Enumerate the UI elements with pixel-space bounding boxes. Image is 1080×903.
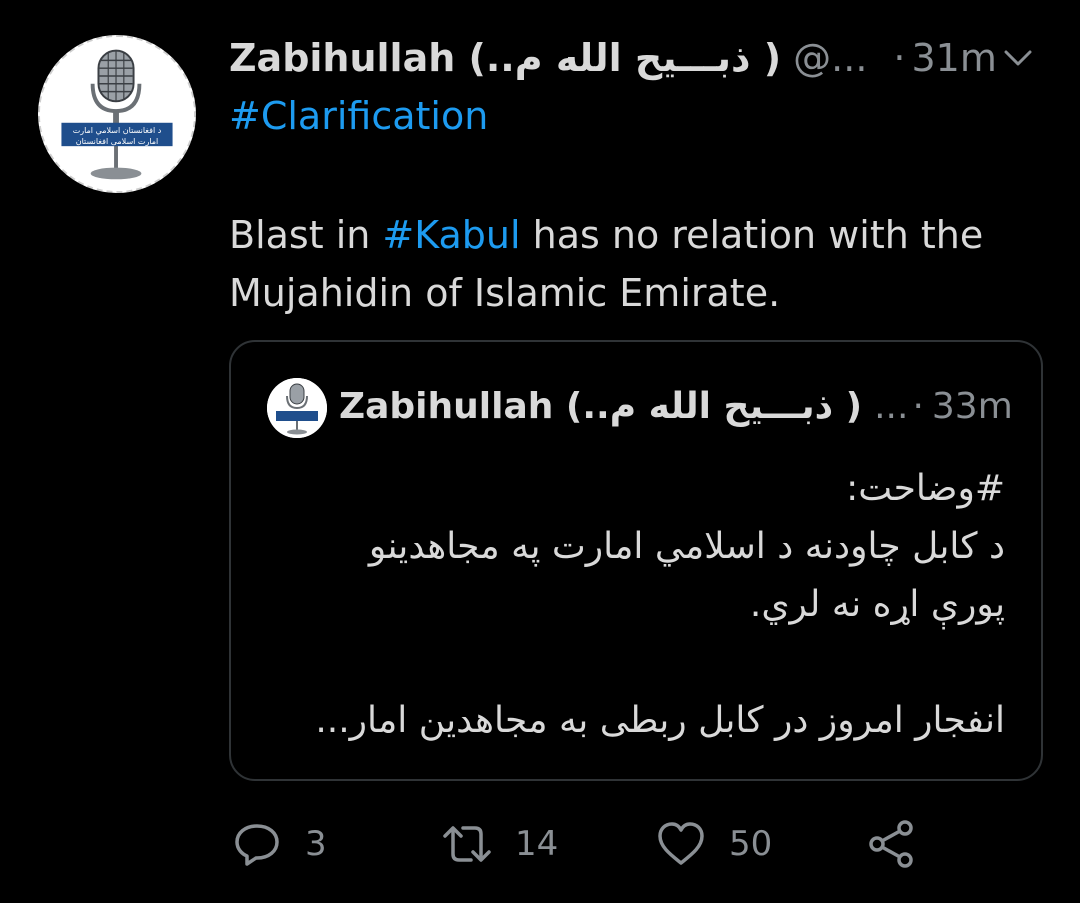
hashtag-kabul[interactable]: #Kabul bbox=[382, 213, 520, 257]
tweet-text-line2: Blast in #Kabul has no relation with the bbox=[229, 206, 983, 264]
reply-button[interactable]: 3 bbox=[231, 812, 327, 876]
tweet-action-bar: 3 14 50 bbox=[229, 812, 1029, 876]
reply-count: 3 bbox=[305, 824, 327, 864]
like-count: 50 bbox=[729, 824, 773, 864]
share-button[interactable] bbox=[865, 812, 917, 876]
quoted-text-line: پورې اړه نه لري. bbox=[749, 584, 1005, 625]
quoted-tweet-timestamp[interactable]: 33m bbox=[932, 386, 1013, 427]
tweet-text-prefix: Blast in bbox=[229, 213, 383, 257]
microphone-icon bbox=[40, 37, 194, 191]
quoted-tweet-text: #وضاحت: د کابل چاودنه د اسلامي امارت په … bbox=[245, 460, 1005, 750]
tweet-header: Zabihullah (..ذبـــيح الله م ) @... · 31… bbox=[229, 30, 1049, 86]
quoted-tweet-card[interactable]: Zabihullah (..ذبـــيح الله م ) ... · 33m… bbox=[229, 340, 1043, 781]
author-display-name[interactable]: Zabihullah (..ذبـــيح الله م ) bbox=[229, 36, 781, 80]
quoted-text-line: انفجار امروز در کابل ربطی به مجاهدین اما… bbox=[315, 700, 1005, 741]
quoted-text-line bbox=[245, 634, 1005, 692]
heart-icon bbox=[658, 822, 704, 865]
like-button[interactable]: 50 bbox=[655, 812, 772, 876]
more-options-caret[interactable] bbox=[1000, 40, 1036, 76]
retweet-icon bbox=[443, 826, 491, 862]
tweet-text-suffix: has no relation with the bbox=[520, 213, 984, 257]
chevron-down-icon bbox=[1004, 50, 1032, 66]
reply-icon bbox=[235, 824, 279, 866]
separator-dot: · bbox=[912, 385, 924, 427]
hashtag-clarification[interactable]: #Clarification bbox=[229, 94, 488, 138]
quoted-tweet-header: Zabihullah (..ذبـــيح الله م ) ... · 33m bbox=[339, 376, 1013, 436]
quoted-text-line: د کابل چاودنه د اسلامي امارت په مجاهدينو bbox=[368, 526, 1005, 567]
author-handle[interactable]: @... bbox=[793, 36, 867, 80]
tweet-text-line1: #Clarification bbox=[229, 87, 488, 145]
separator-dot: · bbox=[893, 36, 906, 80]
author-avatar[interactable] bbox=[38, 35, 196, 193]
quoted-author-avatar[interactable] bbox=[267, 378, 327, 438]
microphone-icon bbox=[267, 378, 327, 438]
tweet-text-line3: Mujahidin of Islamic Emirate. bbox=[229, 271, 781, 315]
share-icon bbox=[869, 820, 913, 868]
quoted-author-display-name[interactable]: Zabihullah (..ذبـــيح الله م ) bbox=[339, 386, 862, 427]
quoted-text-line: #وضاحت: bbox=[846, 468, 1005, 509]
tweet-timestamp[interactable]: 31m bbox=[912, 36, 997, 80]
retweet-button[interactable]: 14 bbox=[441, 812, 558, 876]
retweet-count: 14 bbox=[515, 824, 559, 864]
quoted-author-handle[interactable]: ... bbox=[874, 386, 908, 427]
